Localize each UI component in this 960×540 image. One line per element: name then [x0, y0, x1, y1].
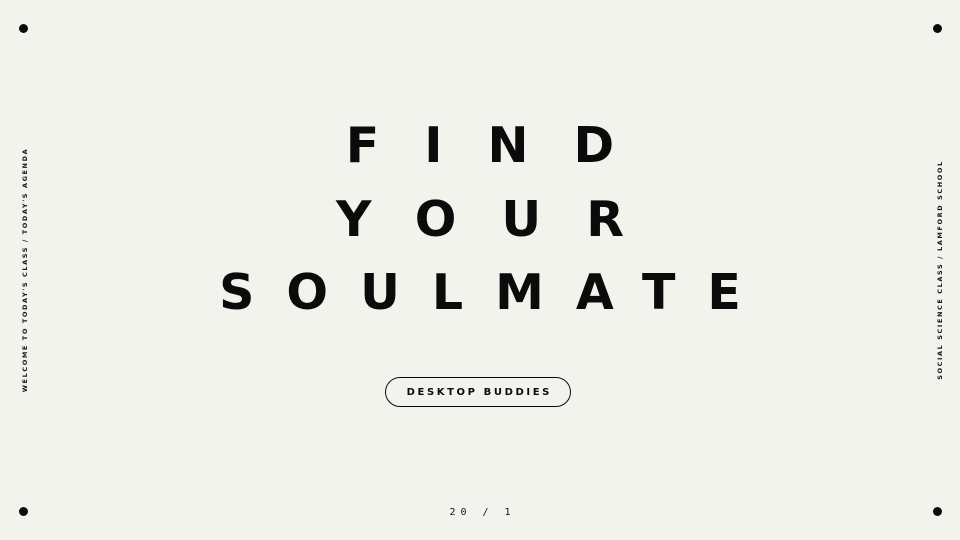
headline-line-2: YOUR [336, 191, 669, 248]
desktop-buddies-button[interactable]: DESKTOP BUDDIES [385, 377, 571, 407]
corner-dot-icon [19, 24, 28, 33]
headline-line-3: SOULMATE [219, 264, 773, 321]
corner-dot-icon [933, 24, 942, 33]
page-number: 20 / 1 [449, 507, 516, 518]
slide: WELCOME TO TODAY'S CLASS / TODAY'S AGEND… [0, 0, 960, 540]
headline-line-1: FIND [345, 117, 660, 174]
